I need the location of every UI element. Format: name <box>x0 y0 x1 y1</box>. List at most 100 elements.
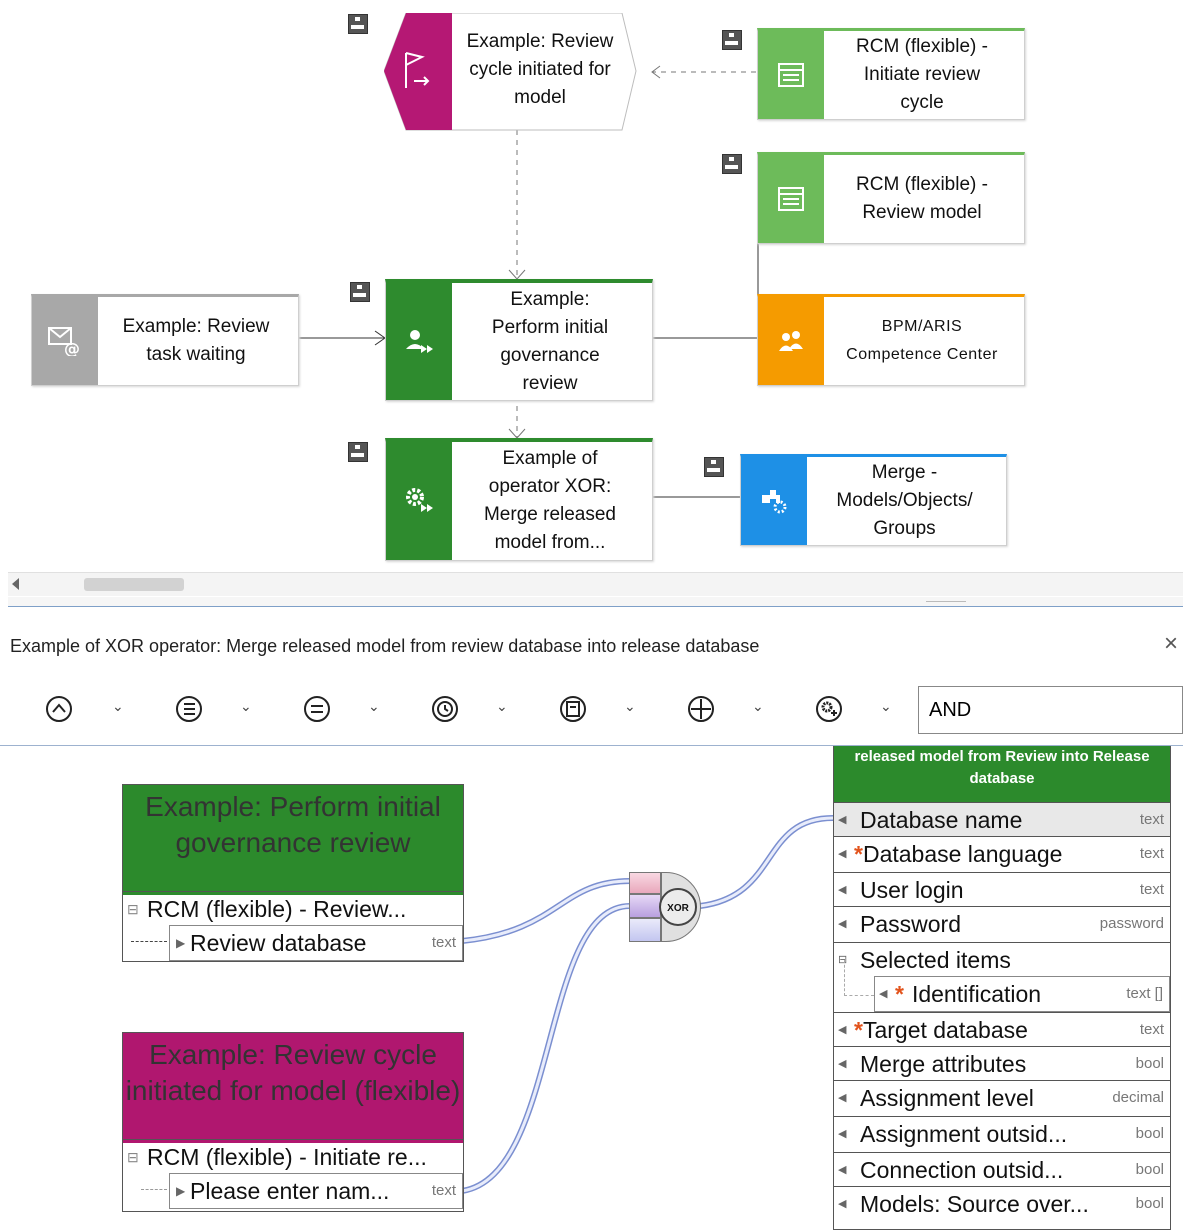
target-row-label: User login <box>860 877 964 903</box>
panel-title: Example of XOR operator: Merge released … <box>10 636 760 656</box>
target-row[interactable]: ◀ User login text <box>834 872 1170 907</box>
close-icon[interactable]: × <box>1164 630 1178 658</box>
target-row-type: text <box>1139 1021 1164 1038</box>
chevron-down-icon[interactable]: ⌄ <box>752 698 764 715</box>
target-row-label: Database name <box>860 807 1023 833</box>
function-xor-merge[interactable]: Example of operator XOR: Merge released … <box>385 438 653 561</box>
target-row-type: text <box>1139 881 1164 898</box>
source-box-review-cycle[interactable]: Example: Review cycle initiated for mode… <box>122 1032 464 1212</box>
target-row-label: Password <box>860 911 961 937</box>
source-row[interactable]: ▶ Review database text <box>169 925 463 961</box>
service-operator-icon[interactable] <box>812 692 846 726</box>
target-box-merge[interactable]: released model from Review into Release … <box>833 746 1171 1230</box>
task-waiting-label: Example: Review task waiting <box>122 316 270 365</box>
source-row[interactable]: ▶ Please enter nam... text <box>169 1173 463 1209</box>
clock-operator-icon[interactable] <box>428 692 462 726</box>
mapping-port-icon[interactable]: ◀ <box>838 803 846 837</box>
screen-icon <box>758 31 824 119</box>
mapping-port-icon[interactable]: ◀ <box>838 873 846 907</box>
source-row[interactable]: ⊟ RCM (flexible) - Initiate re... <box>123 1139 463 1174</box>
message-task-waiting[interactable]: @ Example: Review task waiting <box>31 294 299 386</box>
screen-icon <box>758 155 824 243</box>
mapping-port-icon[interactable]: ◀ <box>838 1047 846 1081</box>
scrollbar-thumb[interactable] <box>84 578 184 591</box>
source-row[interactable]: ⊟ RCM (flexible) - Review... <box>123 891 463 926</box>
screen-rcm-review-model[interactable]: RCM (flexible) - Review model <box>757 152 1025 244</box>
user-task-icon <box>386 283 452 400</box>
expand-arrow-icon: ▶ <box>176 1184 186 1198</box>
source-box-title: Example: Perform initial governance revi… <box>123 785 463 895</box>
assignment-icon[interactable] <box>348 442 368 462</box>
plus-operator-icon[interactable] <box>684 692 718 726</box>
target-row-type: text <box>1139 811 1164 828</box>
target-row[interactable]: ⊟ Selected items <box>834 942 1170 977</box>
collapse-icon[interactable]: ⊟ <box>127 1140 139 1174</box>
service-merge[interactable]: Merge - Models/Objects/ Groups <box>740 454 1007 546</box>
service-task-icon <box>386 442 452 560</box>
target-row-label: Connection outsid... <box>860 1157 1064 1183</box>
document-operator-icon[interactable] <box>556 692 590 726</box>
assignment-icon[interactable] <box>704 457 724 477</box>
chevron-down-icon[interactable]: ⌄ <box>240 698 252 715</box>
target-row-label: Selected items <box>860 947 1011 973</box>
mapping-port-icon[interactable]: ◀ <box>838 837 846 871</box>
mapping-port-icon[interactable]: ◀ <box>838 1081 846 1115</box>
horizontal-scrollbar[interactable] <box>8 572 1183 596</box>
scroll-left-icon[interactable] <box>12 578 19 590</box>
required-marker: * <box>895 981 904 1007</box>
xor-label: XOR <box>659 888 697 926</box>
assignment-icon[interactable] <box>348 14 368 34</box>
chevron-down-icon[interactable]: ⌄ <box>624 698 636 715</box>
assignment-icon[interactable] <box>722 154 742 174</box>
operator-input[interactable] <box>918 686 1183 734</box>
target-row-type: bool <box>1135 1195 1164 1212</box>
target-row[interactable]: ◀ * Identification text [] <box>874 976 1170 1012</box>
screen-rcm-initiate[interactable]: RCM (flexible) - Initiate review cycle <box>757 28 1025 120</box>
perform-review-label: Example: Perform initial governance revi… <box>491 288 609 394</box>
target-row[interactable]: ◀ *Database language text <box>834 836 1170 871</box>
target-row-type: password <box>1099 915 1164 932</box>
target-row-label: Target database <box>862 1017 1028 1043</box>
target-row[interactable]: ◀ Connection outsid... bool <box>834 1152 1170 1187</box>
mapping-port-icon[interactable]: ◀ <box>838 1013 846 1047</box>
equals-operator-icon[interactable] <box>300 692 334 726</box>
mapping-port-icon[interactable]: ◀ <box>838 1117 846 1151</box>
rcm-review-model-label: RCM (flexible) - Review model <box>856 174 988 223</box>
target-row[interactable]: ◀ Password password <box>834 906 1170 941</box>
function-perform-review[interactable]: Example: Perform initial governance revi… <box>385 279 653 401</box>
mapping-port-icon[interactable]: ◀ <box>838 907 846 941</box>
xor-merge-label: Example of operator XOR: Merge released … <box>483 448 617 553</box>
target-row[interactable]: ◀ Models: Source over... bool <box>834 1186 1170 1221</box>
chevron-down-icon[interactable]: ⌄ <box>368 698 380 715</box>
target-row-label: Database language <box>862 841 1063 867</box>
mapping-port-icon[interactable]: ◀ <box>838 1153 846 1187</box>
target-row-label: Identification <box>911 981 1042 1007</box>
list-operator-icon[interactable] <box>172 692 206 726</box>
target-row[interactable]: ◀ *Target database text <box>834 1012 1170 1047</box>
chevron-down-icon[interactable]: ⌄ <box>880 698 892 715</box>
rcm-initiate-label: RCM (flexible) - Initiate review cycle <box>856 36 988 113</box>
target-row-type: decimal <box>1112 1089 1164 1106</box>
chevron-down-icon[interactable]: ⌄ <box>112 698 124 715</box>
assignment-icon[interactable] <box>722 30 742 50</box>
target-row[interactable]: ◀ Assignment level decimal <box>834 1080 1170 1115</box>
source-box-perform-review[interactable]: Example: Perform initial governance revi… <box>122 784 464 962</box>
target-row[interactable]: ◀ Database name text <box>834 802 1170 837</box>
source-box-title: Example: Review cycle initiated for mode… <box>123 1033 463 1143</box>
target-row-label: Models: Source over... <box>860 1191 1089 1217</box>
target-row[interactable]: ◀ Assignment outsid... bool <box>834 1116 1170 1151</box>
target-row-type: bool <box>1135 1125 1164 1142</box>
org-bpm-aris[interactable]: BPM/ARIS Competence Center <box>757 294 1025 386</box>
mapping-port-icon[interactable]: ◀ <box>838 1187 846 1221</box>
assignment-icon[interactable] <box>350 282 370 302</box>
collapse-up-icon[interactable] <box>42 692 76 726</box>
collapse-icon[interactable]: ⊟ <box>127 892 139 926</box>
xor-operator[interactable]: XOR <box>629 872 701 942</box>
chevron-down-icon[interactable]: ⌄ <box>496 698 508 715</box>
target-row-label: Assignment level <box>860 1085 1034 1111</box>
splitter[interactable] <box>8 597 1183 607</box>
mail-icon: @ <box>32 297 98 385</box>
merge-service-label: Merge - Models/Objects/ Groups <box>836 462 973 539</box>
mapping-port-icon[interactable]: ◀ <box>879 977 887 1011</box>
target-row[interactable]: ◀ Merge attributes bool <box>834 1046 1170 1081</box>
